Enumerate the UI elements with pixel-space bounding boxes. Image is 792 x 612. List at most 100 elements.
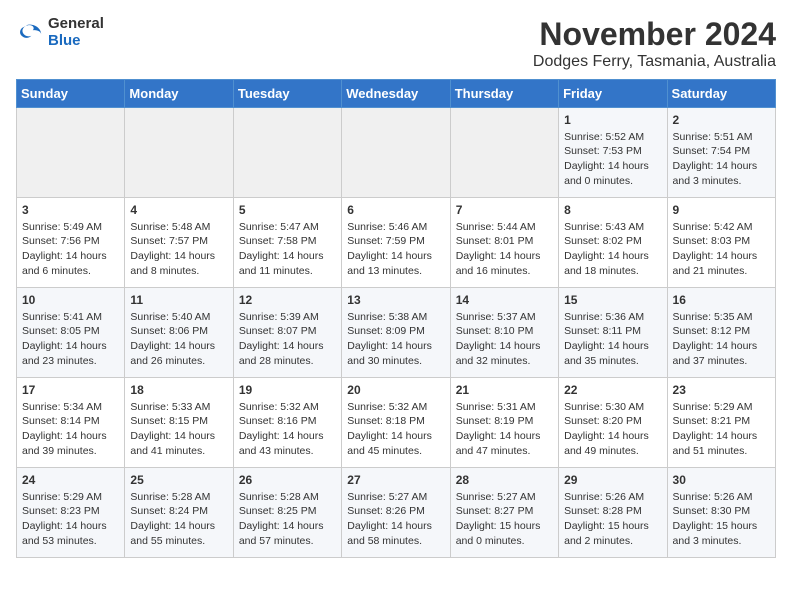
day-info-line: Sunset: 7:54 PM [673,144,770,159]
day-info-line: and 2 minutes. [564,534,661,549]
logo-icon [16,19,44,47]
day-info-line: Daylight: 14 hours [239,249,336,264]
week-row-5: 24Sunrise: 5:29 AMSunset: 8:23 PMDayligh… [17,468,776,558]
day-number: 13 [347,292,444,309]
calendar-cell [125,108,233,198]
calendar-cell [233,108,341,198]
day-info-line: Sunrise: 5:36 AM [564,310,661,325]
day-info-line: Sunset: 8:23 PM [22,504,119,519]
day-info-line: Daylight: 15 hours [456,519,553,534]
calendar-cell: 23Sunrise: 5:29 AMSunset: 8:21 PMDayligh… [667,378,775,468]
calendar-cell: 18Sunrise: 5:33 AMSunset: 8:15 PMDayligh… [125,378,233,468]
day-info-line: and 21 minutes. [673,264,770,279]
day-info-line: Sunset: 8:21 PM [673,414,770,429]
calendar-cell: 8Sunrise: 5:43 AMSunset: 8:02 PMDaylight… [559,198,667,288]
day-info-line: Sunset: 8:26 PM [347,504,444,519]
day-info-line: Daylight: 14 hours [22,249,119,264]
calendar-cell: 29Sunrise: 5:26 AMSunset: 8:28 PMDayligh… [559,468,667,558]
day-info-line: Sunset: 8:11 PM [564,324,661,339]
calendar-cell [450,108,558,198]
day-info-line: and 13 minutes. [347,264,444,279]
calendar-cell [17,108,125,198]
calendar-cell: 21Sunrise: 5:31 AMSunset: 8:19 PMDayligh… [450,378,558,468]
day-info-line: Sunrise: 5:46 AM [347,220,444,235]
day-number: 18 [130,382,227,399]
day-info-line: and 16 minutes. [456,264,553,279]
day-info-line: Sunrise: 5:38 AM [347,310,444,325]
calendar-cell: 9Sunrise: 5:42 AMSunset: 8:03 PMDaylight… [667,198,775,288]
day-info-line: Sunrise: 5:44 AM [456,220,553,235]
day-info-line: and 55 minutes. [130,534,227,549]
day-info-line: Sunset: 8:16 PM [239,414,336,429]
day-info-line: and 8 minutes. [130,264,227,279]
logo-general: General [48,16,104,33]
day-info-line: Sunrise: 5:28 AM [130,490,227,505]
day-info-line: Daylight: 15 hours [564,519,661,534]
calendar-cell: 16Sunrise: 5:35 AMSunset: 8:12 PMDayligh… [667,288,775,378]
day-info-line: Daylight: 14 hours [456,429,553,444]
calendar-cell: 22Sunrise: 5:30 AMSunset: 8:20 PMDayligh… [559,378,667,468]
day-info-line: and 6 minutes. [22,264,119,279]
weekday-thursday: Thursday [450,80,558,108]
day-info-line: and 26 minutes. [130,354,227,369]
weekday-saturday: Saturday [667,80,775,108]
day-info-line: Sunset: 8:19 PM [456,414,553,429]
day-info-line: Daylight: 14 hours [130,429,227,444]
day-info-line: and 51 minutes. [673,444,770,459]
day-number: 7 [456,202,553,219]
day-info-line: and 53 minutes. [22,534,119,549]
day-info-line: Sunrise: 5:31 AM [456,400,553,415]
calendar-cell: 24Sunrise: 5:29 AMSunset: 8:23 PMDayligh… [17,468,125,558]
day-info-line: Sunrise: 5:49 AM [22,220,119,235]
day-info-line: Sunset: 8:10 PM [456,324,553,339]
calendar-cell: 10Sunrise: 5:41 AMSunset: 8:05 PMDayligh… [17,288,125,378]
day-info-line: Sunrise: 5:33 AM [130,400,227,415]
week-row-4: 17Sunrise: 5:34 AMSunset: 8:14 PMDayligh… [17,378,776,468]
day-info-line: Sunrise: 5:29 AM [673,400,770,415]
day-number: 26 [239,472,336,489]
day-info-line: Sunrise: 5:27 AM [347,490,444,505]
day-info-line: Daylight: 14 hours [130,339,227,354]
logo-blue: Blue [48,33,104,50]
day-info-line: Sunrise: 5:42 AM [673,220,770,235]
day-number: 8 [564,202,661,219]
day-number: 27 [347,472,444,489]
weekday-header-row: SundayMondayTuesdayWednesdayThursdayFrid… [17,80,776,108]
calendar-cell: 4Sunrise: 5:48 AMSunset: 7:57 PMDaylight… [125,198,233,288]
day-number: 17 [22,382,119,399]
week-row-3: 10Sunrise: 5:41 AMSunset: 8:05 PMDayligh… [17,288,776,378]
calendar-table: SundayMondayTuesdayWednesdayThursdayFrid… [16,79,776,558]
day-number: 12 [239,292,336,309]
day-info-line: Sunset: 8:02 PM [564,234,661,249]
day-info-line: Sunset: 7:56 PM [22,234,119,249]
calendar-cell: 30Sunrise: 5:26 AMSunset: 8:30 PMDayligh… [667,468,775,558]
day-info-line: and 49 minutes. [564,444,661,459]
calendar-cell: 19Sunrise: 5:32 AMSunset: 8:16 PMDayligh… [233,378,341,468]
day-info-line: Daylight: 14 hours [22,519,119,534]
day-info-line: and 39 minutes. [22,444,119,459]
week-row-2: 3Sunrise: 5:49 AMSunset: 7:56 PMDaylight… [17,198,776,288]
day-info-line: and 28 minutes. [239,354,336,369]
day-info-line: Sunrise: 5:29 AM [22,490,119,505]
day-info-line: Daylight: 14 hours [130,519,227,534]
calendar-cell: 12Sunrise: 5:39 AMSunset: 8:07 PMDayligh… [233,288,341,378]
day-info-line: and 47 minutes. [456,444,553,459]
day-info-line: Sunrise: 5:30 AM [564,400,661,415]
day-info-line: Sunrise: 5:52 AM [564,130,661,145]
day-info-line: Daylight: 14 hours [673,339,770,354]
day-info-line: Daylight: 15 hours [673,519,770,534]
day-info-line: Sunrise: 5:41 AM [22,310,119,325]
day-number: 22 [564,382,661,399]
day-info-line: Sunset: 8:28 PM [564,504,661,519]
day-number: 15 [564,292,661,309]
calendar-cell: 20Sunrise: 5:32 AMSunset: 8:18 PMDayligh… [342,378,450,468]
day-info-line: Sunrise: 5:43 AM [564,220,661,235]
day-info-line: Sunrise: 5:39 AM [239,310,336,325]
day-number: 19 [239,382,336,399]
day-info-line: Sunset: 8:05 PM [22,324,119,339]
day-info-line: Daylight: 14 hours [130,249,227,264]
page-subtitle: Dodges Ferry, Tasmania, Australia [533,53,776,71]
day-info-line: Sunrise: 5:35 AM [673,310,770,325]
calendar-cell: 27Sunrise: 5:27 AMSunset: 8:26 PMDayligh… [342,468,450,558]
day-info-line: and 58 minutes. [347,534,444,549]
